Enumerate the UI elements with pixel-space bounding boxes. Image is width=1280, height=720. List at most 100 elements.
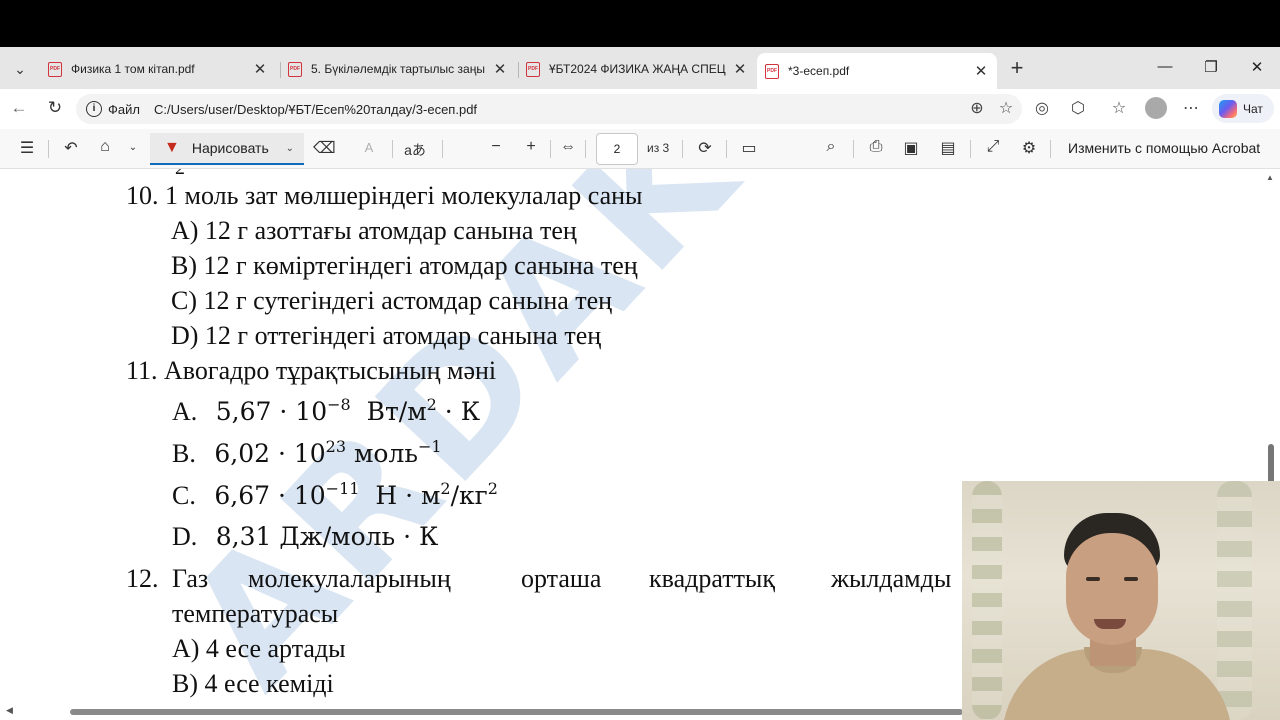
undo-icon[interactable]: ↶ xyxy=(60,138,82,158)
tab-title: Физика 1 том кітап.pdf xyxy=(71,62,195,76)
vertical-scroll-thumb[interactable] xyxy=(1268,444,1274,484)
q11-option-b: B. 6,02 · 1023 моль−1 xyxy=(172,439,442,469)
q10-option-b: B) 12 г көміртегіндегі атомдар санына те… xyxy=(171,251,638,280)
save-icon[interactable]: ▣ xyxy=(900,138,922,158)
back-arrow-icon[interactable]: ← xyxy=(8,98,30,118)
fullscreen-icon[interactable]: ⤢ xyxy=(982,138,1004,156)
horizontal-scroll-thumb[interactable] xyxy=(70,709,963,715)
search-icon[interactable]: ⌕ xyxy=(820,138,842,156)
q11-option-d: D. 8,31 Дж/моль · К xyxy=(172,522,438,552)
page-view-icon[interactable]: ▭ xyxy=(738,138,760,158)
q12-option-b: B) 4 есе кеміді xyxy=(172,669,334,698)
rotate-icon[interactable]: ⟳ xyxy=(694,138,716,158)
q11-option-a: A. 5,67 · 10−8 Вт/м2 · К xyxy=(172,397,480,427)
eraser-icon[interactable]: ⌫ xyxy=(313,138,336,158)
read-aloud-icon[interactable]: A xyxy=(358,140,380,155)
chevron-down-icon[interactable]: ⌄ xyxy=(286,143,294,154)
tab-3-esep[interactable]: *3-есеп.pdf ✕ xyxy=(757,53,997,89)
extensions-icon[interactable]: ⬡ xyxy=(1067,98,1089,118)
minimize-icon[interactable]: — xyxy=(1155,58,1175,75)
address-bar-row: ← ↻ i Файл C:/Users/user/Desktop/ҰБТ/Есе… xyxy=(0,89,1280,129)
url-text[interactable]: C:/Users/user/Desktop/ҰБТ/Есеп%20талдау/… xyxy=(154,102,477,117)
highlight-icon[interactable]: ⌂ xyxy=(94,138,116,156)
zoom-in-icon[interactable]: + xyxy=(520,138,542,156)
tab-title: ҰБТ2024 ФИЗИКА ЖАҢА СПЕЦИФ xyxy=(549,62,726,76)
zoom-icon[interactable]: ⊕ xyxy=(966,98,988,118)
close-window-icon[interactable]: ✕ xyxy=(1247,58,1267,76)
q12-word: молекулаларының xyxy=(248,564,451,593)
q12-word: орташа xyxy=(521,564,602,593)
cut-off-text: 2 xyxy=(175,169,185,180)
toolbar-divider xyxy=(585,140,586,158)
toolbar-divider xyxy=(726,140,727,158)
presenter-eye xyxy=(1124,577,1138,581)
restore-icon[interactable]: ❐ xyxy=(1201,58,1221,76)
new-tab-plus-icon[interactable]: + xyxy=(1005,57,1029,79)
profile-avatar[interactable] xyxy=(1145,97,1167,119)
save-as-icon[interactable]: ▤ xyxy=(937,138,959,158)
tab-ubt-spec[interactable]: ҰБТ2024 ФИЗИКА ЖАҢА СПЕЦИФ ✕ xyxy=(518,54,756,84)
question-10: 10. 1 моль зат мөлшеріндегі молекулалар … xyxy=(126,181,643,210)
toolbar-divider xyxy=(550,140,551,158)
address-input[interactable]: i Файл C:/Users/user/Desktop/ҰБТ/Есеп%20… xyxy=(76,94,1022,124)
toolbar-divider xyxy=(442,140,443,158)
info-icon[interactable]: i xyxy=(86,101,102,117)
print-icon[interactable]: ⎙ xyxy=(865,138,887,156)
q11-option-d-label: D. xyxy=(172,522,198,551)
pdf-file-icon xyxy=(765,63,779,79)
zoom-out-icon[interactable]: − xyxy=(485,138,507,156)
url-scheme-label: Файл xyxy=(108,101,140,117)
favorites-list-icon[interactable]: ☆ xyxy=(1108,98,1130,118)
q12-word: Газ xyxy=(172,564,209,593)
close-icon[interactable]: ✕ xyxy=(732,60,748,78)
translate-icon[interactable]: aあ xyxy=(402,140,428,160)
copilot-icon xyxy=(1219,99,1237,118)
refresh-icon[interactable]: ↻ xyxy=(44,98,66,118)
highlight-chevron-icon[interactable]: ⌄ xyxy=(122,142,144,153)
page-number-input[interactable]: 2 xyxy=(596,133,638,165)
q10-option-c: C) 12 г сутегіндегі астомдар санына тең xyxy=(171,286,613,315)
toolbar-divider xyxy=(392,140,393,158)
question-11: 11. Авогадро тұрақтысының мәні xyxy=(126,356,497,385)
close-icon[interactable]: ✕ xyxy=(252,60,268,78)
toolbar-divider xyxy=(48,140,49,158)
chat-label: Чат xyxy=(1243,101,1263,116)
toolbar-divider xyxy=(682,140,683,158)
q11-option-b-value: 6,02 · 1023 моль−1 xyxy=(214,437,442,469)
tab-physics-book[interactable]: Физика 1 том кітап.pdf ✕ xyxy=(40,54,276,84)
favorite-star-icon[interactable]: ☆ xyxy=(995,98,1017,118)
q11-option-a-label: A. xyxy=(172,397,198,426)
draw-pen-icon: ▼ xyxy=(164,139,180,156)
draw-button[interactable]: ▼ Нарисовать ⌄ xyxy=(150,133,304,165)
q10-option-d: D) 12 г оттегіндегі атомдар санына тең xyxy=(171,321,602,350)
close-icon[interactable]: ✕ xyxy=(973,62,989,80)
tab-gravitation[interactable]: 5. Бүкіләлемдік тартылыс заңы пр ✕ xyxy=(280,54,516,84)
q11-option-a-value: 5,67 · 10−8 Вт/м2 · К xyxy=(215,395,481,427)
q11-option-b-label: B. xyxy=(172,439,196,468)
tab-strip: ⌄ Физика 1 том кітап.pdf ✕ 5. Бүкіләлемд… xyxy=(0,47,1280,89)
q11-option-d-value: 8,31 Дж/моль · К xyxy=(215,522,439,551)
background-curtain xyxy=(1217,481,1252,720)
copilot-chat-button[interactable]: Чат xyxy=(1212,94,1274,123)
settings-gear-icon[interactable]: ⚙ xyxy=(1018,138,1040,158)
tab-title: 5. Бүкіләлемдік тартылыс заңы пр xyxy=(311,62,486,76)
question-12-number: 12. xyxy=(126,564,159,593)
browser-essentials-icon[interactable]: ◎ xyxy=(1031,98,1053,118)
scroll-up-arrow-icon[interactable]: ▲ xyxy=(1266,173,1274,182)
black-top-bar xyxy=(0,0,1280,47)
q12-option-a: A) 4 есе артады xyxy=(172,634,346,663)
q12-word: квадраттық xyxy=(649,564,776,593)
tab-title: *3-есеп.pdf xyxy=(788,64,850,78)
scroll-left-arrow-icon[interactable]: ◀ xyxy=(6,705,13,716)
tab-list-chevron-icon[interactable]: ⌄ xyxy=(6,55,34,83)
background-curtain xyxy=(972,481,1002,720)
more-menu-icon[interactable]: ⋯ xyxy=(1180,98,1202,118)
q12-word: жылдамды xyxy=(831,564,952,593)
contents-list-icon[interactable]: ☰ xyxy=(16,138,38,158)
q11-option-c: C. 6,67 · 10−11 Н · м2/кг2 xyxy=(172,481,498,511)
edit-with-acrobat-button[interactable]: Изменить с помощью Acrobat xyxy=(1068,140,1260,156)
fit-page-icon[interactable]: ⇔ xyxy=(557,138,579,156)
close-icon[interactable]: ✕ xyxy=(492,60,508,78)
pdf-toolbar: ☰ ↶ ⌂ ⌄ ▼ Нарисовать ⌄ ⌫ A aあ − + ⇔ 2 из… xyxy=(0,129,1280,169)
pdf-file-icon xyxy=(288,61,302,77)
